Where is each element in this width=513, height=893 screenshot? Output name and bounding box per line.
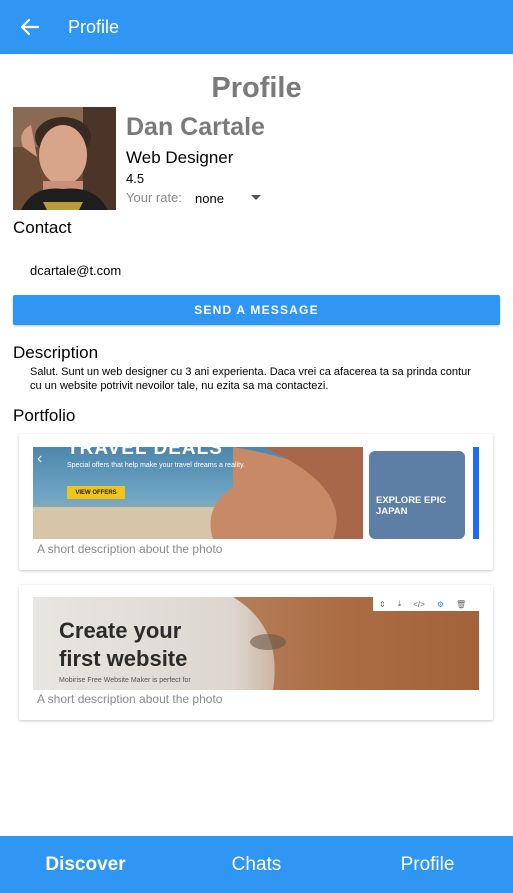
profile-name: Dan Cartale — [126, 113, 265, 141]
dropdown-arrow-icon — [251, 195, 261, 200]
image-subtitle: Mobirise Free Website Maker is perfect f… — [59, 677, 191, 684]
gear-icon: ⚙ — [436, 599, 444, 609]
image-headline-line2: first website — [59, 646, 188, 671]
avatar — [13, 107, 116, 210]
portfolio-card[interactable]: TRAVEL DEALS Special offers that help ma… — [19, 434, 493, 570]
rate-value: none — [195, 190, 224, 206]
send-message-button[interactable]: SEND A MESSAGE — [13, 295, 500, 325]
app-bar-title: Profile — [68, 16, 120, 37]
rate-dropdown[interactable]: none — [195, 188, 261, 208]
tab-chats[interactable]: Chats — [171, 854, 342, 876]
description-text: Salut. Sunt un web designer cu 3 ani exp… — [30, 366, 471, 392]
page-title: Profile — [211, 72, 302, 104]
portfolio-caption: A short description about the photo — [37, 692, 223, 706]
contact-label: Contact — [13, 218, 72, 237]
profile-rating: 4.5 — [126, 171, 145, 186]
tab-discover[interactable]: Discover — [0, 854, 171, 876]
back-button[interactable] — [0, 0, 60, 54]
trash-icon: 🗑 — [456, 599, 467, 609]
portfolio-label: Portfolio — [13, 406, 76, 425]
image-phone-title: EXPLORE EPIC JAPAN — [376, 495, 447, 517]
app-bar: Profile — [0, 0, 513, 54]
email-text: dcartale@t.com — [30, 263, 122, 278]
code-icon: </> — [413, 599, 425, 609]
chevron-left-icon: ‹ — [37, 450, 43, 467]
download-icon: ⤓ — [397, 599, 402, 608]
description-label: Description — [13, 343, 99, 362]
image-toolbar: ⇕ ⤓ </> ⚙ 🗑 — [379, 597, 466, 611]
move-icon: ⇕ — [379, 599, 386, 609]
portfolio-image: TRAVEL DEALS Special offers that help ma… — [33, 447, 479, 539]
image-headline: TRAVEL DEALS — [67, 447, 223, 459]
image-offer-button: VIEW OFFERS — [67, 486, 125, 499]
portfolio-caption: A short description about the photo — [37, 542, 223, 556]
image-headline-line1: Create your — [59, 618, 182, 643]
tab-profile[interactable]: Profile — [342, 854, 513, 876]
portfolio-image: Create your first website Mobirise Free … — [33, 597, 479, 690]
rate-label: Your rate: — [126, 190, 182, 205]
arrow-left-icon — [21, 19, 39, 35]
bottom-navigation: Discover Chats Profile — [0, 836, 513, 893]
image-subtitle: Special offers that help make your trave… — [67, 462, 245, 469]
profile-role: Web Designer — [126, 148, 234, 167]
portfolio-card[interactable]: Create your first website Mobirise Free … — [19, 585, 493, 720]
